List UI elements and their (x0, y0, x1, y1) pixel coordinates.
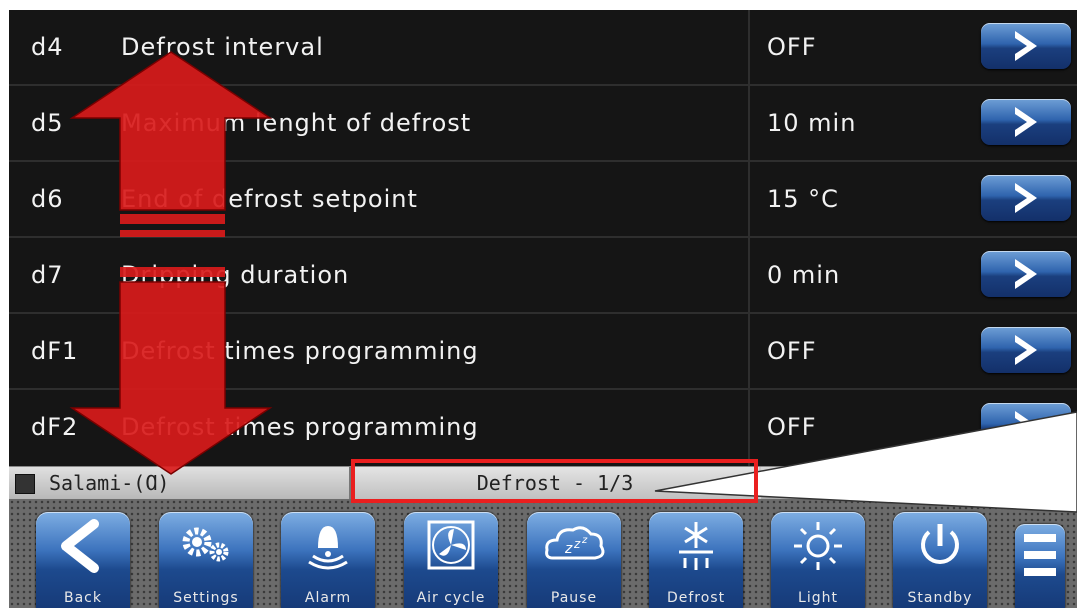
chevron-right-icon (1015, 335, 1037, 365)
zone-color-square (15, 474, 35, 494)
parameter-row-dF2[interactable]: dF2 Defrost times programming OFF (9, 390, 1077, 466)
svg-text:z: z (581, 535, 588, 546)
parameter-value: OFF (767, 413, 817, 441)
light-button[interactable]: Light (771, 512, 865, 608)
back-label: Back (64, 590, 102, 606)
snowflake-icon (679, 522, 713, 570)
defrost-label: Defrost (666, 590, 726, 606)
zone-label: Salami-(Ɑ) (49, 471, 170, 495)
parameter-value: OFF (767, 337, 817, 365)
parameter-code: d4 (31, 33, 64, 61)
parameter-value: 0 min (767, 261, 841, 289)
air-cycle-label: Air cycle (416, 590, 486, 606)
alarm-label: Alarm (304, 590, 352, 606)
parameter-label: Defrost times programming (121, 337, 479, 365)
standby-button[interactable]: Standby (893, 512, 987, 608)
edit-button-d4[interactable] (981, 23, 1071, 69)
edit-button-d5[interactable] (981, 99, 1071, 145)
air-cycle-button[interactable]: Air cycle (404, 512, 498, 608)
menu-button[interactable] (1015, 524, 1065, 608)
parameter-label: End of defrost setpoint (121, 185, 418, 213)
edit-button-d7[interactable] (981, 251, 1071, 297)
status-extra (761, 467, 1077, 499)
chevron-right-icon (1015, 411, 1037, 441)
parameter-row-d6[interactable]: d6 End of defrost setpoint 15 °C (9, 162, 1077, 238)
defrost-button[interactable]: Defrost (649, 512, 743, 608)
chevron-right-icon (1015, 107, 1037, 137)
parameter-value: 10 min (767, 109, 857, 137)
parameter-value: 15 °C (767, 185, 839, 213)
edit-button-d6[interactable] (981, 175, 1071, 221)
parameter-panel: d4 Defrost interval OFF d5 Maximum lengh… (9, 10, 1077, 608)
chevron-right-icon (1015, 183, 1037, 213)
parameter-label: Defrost interval (121, 33, 324, 61)
alarm-button[interactable]: Alarm (281, 512, 375, 608)
menu-icon (1024, 534, 1056, 576)
parameter-label: Maximum lenght of defrost (121, 109, 472, 137)
parameter-code: dF2 (31, 413, 79, 441)
controller-screen: d4 Defrost interval OFF d5 Maximum lengh… (0, 0, 1077, 608)
chevron-right-icon (1015, 259, 1037, 289)
svg-text:z: z (564, 541, 573, 557)
bottom-toolbar: Back Settings Alarm Air cycle z z z Paus… (9, 499, 1077, 608)
edit-button-dF2[interactable] (981, 403, 1071, 449)
settings-button[interactable]: Settings (159, 512, 253, 608)
edit-button-dF1[interactable] (981, 327, 1071, 373)
svg-text:z: z (573, 537, 581, 551)
back-button[interactable]: Back (36, 512, 130, 608)
sleep-cloud-icon: z z z (545, 526, 605, 560)
zone-indicator: Salami-(Ɑ) (9, 467, 351, 499)
alarm-bell-icon (308, 526, 348, 570)
light-label: Light (798, 590, 838, 606)
parameter-row-dF1[interactable]: dF1 Defrost times programming OFF (9, 314, 1077, 390)
chevron-right-icon (1015, 31, 1037, 61)
parameter-code: d5 (31, 109, 64, 137)
status-square (793, 474, 811, 492)
parameter-code: d7 (31, 261, 64, 289)
standby-label: Standby (907, 590, 973, 606)
pause-label: Pause (550, 590, 598, 606)
gears-icon (182, 527, 229, 562)
parameter-row-d7[interactable]: d7 Dripping duration 0 min (9, 238, 1077, 314)
parameter-value: OFF (767, 33, 817, 61)
parameter-row-d5[interactable]: d5 Maximum lenght of defrost 10 min (9, 86, 1077, 162)
sun-icon (794, 522, 842, 570)
fan-icon (427, 520, 475, 570)
page-indicator-highlight (351, 459, 758, 503)
parameter-code: dF1 (31, 337, 79, 365)
parameter-label: Defrost times programming (121, 413, 479, 441)
parameter-label: Dripping duration (121, 261, 350, 289)
power-icon (921, 524, 959, 564)
pause-button[interactable]: z z z Pause (527, 512, 621, 608)
parameter-code: d6 (31, 185, 64, 213)
settings-label: Settings (173, 590, 239, 606)
parameter-row-d4[interactable]: d4 Defrost interval OFF (9, 10, 1077, 86)
back-arrow-icon (61, 519, 99, 573)
